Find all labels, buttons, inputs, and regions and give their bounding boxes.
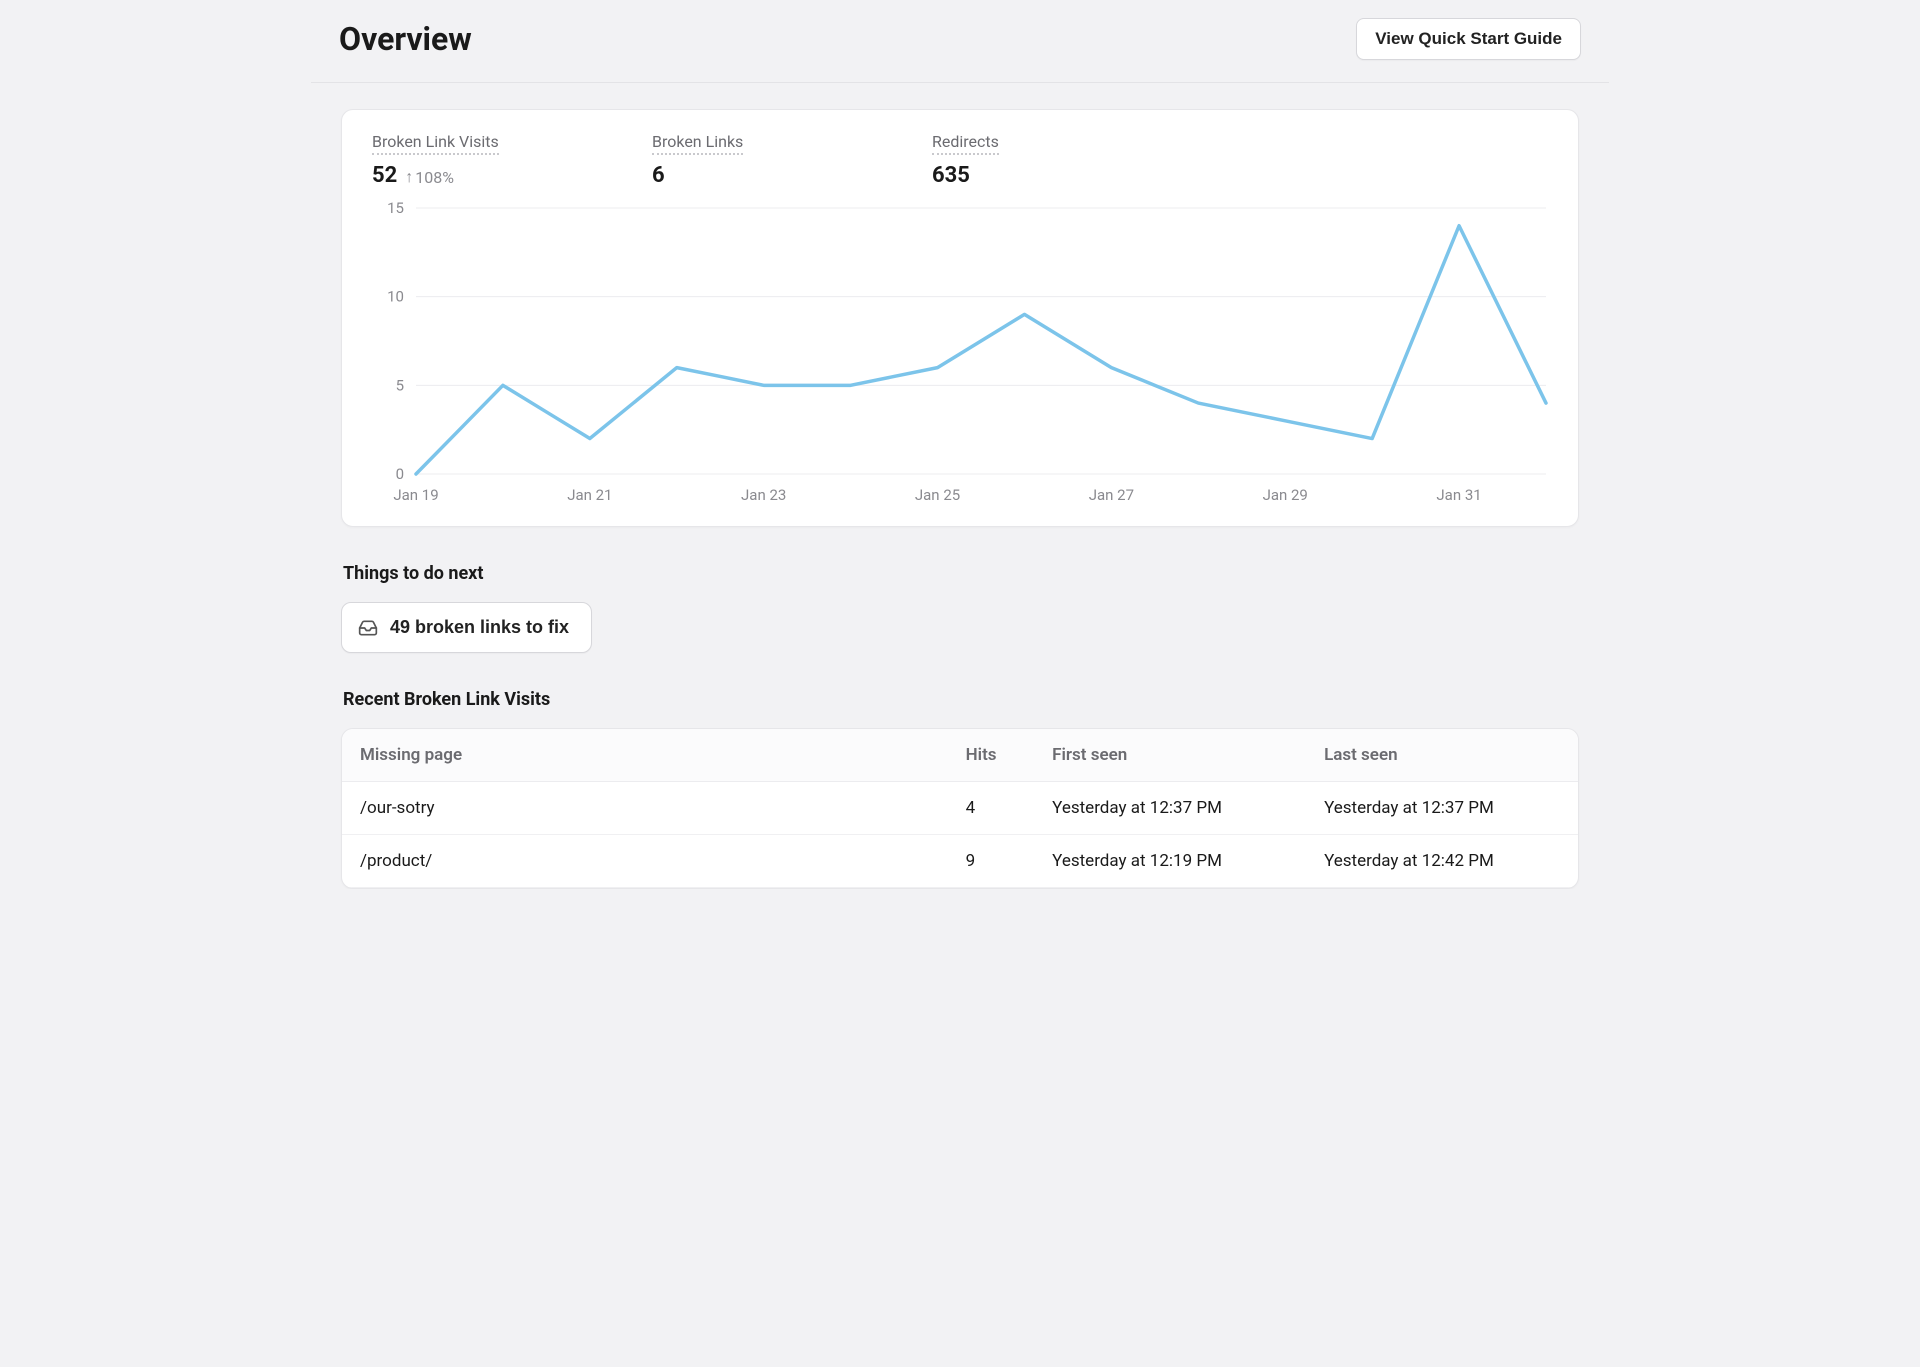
todo-broken-links-button[interactable]: 49 broken links to fix [341,602,592,653]
col-header-hits: Hits [948,729,1035,782]
stat-redirects: Redirects 635 [932,132,1092,188]
stat-broken-link-visits: Broken Link Visits 52 ↑108% [372,132,532,188]
stat-value: 6 [652,163,665,188]
stat-broken-links: Broken Links 6 [652,132,812,188]
stat-delta: ↑108% [405,167,454,187]
stats-row: Broken Link Visits 52 ↑108% Broken Links… [366,132,1554,188]
svg-text:15: 15 [387,199,404,217]
table-row[interactable]: /our-sotry4Yesterday at 12:37 PMYesterda… [342,782,1578,835]
svg-text:Jan 21: Jan 21 [567,486,612,504]
svg-text:Jan 23: Jan 23 [741,486,786,504]
svg-text:Jan 19: Jan 19 [393,486,438,504]
cell-missing-page: /product/ [342,835,948,888]
inbox-icon [358,618,378,638]
cell-last-seen: Yesterday at 12:42 PM [1306,835,1578,888]
page-title: Overview [339,20,472,58]
line-chart: 0 5 10 15 Jan 19 Jan 21 Jan 23 Jan 25 Jan 27 Jan … [366,198,1556,508]
page-header: Overview View Quick Start Guide [311,0,1609,83]
stat-label: Redirects [932,132,999,155]
col-header-missing-page: Missing page [342,729,948,782]
stat-delta-text: 108% [415,168,454,187]
svg-text:Jan 27: Jan 27 [1089,486,1134,504]
table-row[interactable]: /product/9Yesterday at 12:19 PMYesterday… [342,835,1578,888]
cell-first-seen: Yesterday at 12:37 PM [1034,782,1306,835]
stat-label: Broken Links [652,132,743,155]
stat-value: 635 [932,163,970,188]
recent-broken-links-table: Missing page Hits First seen Last seen /… [341,728,1579,889]
cell-hits: 9 [948,835,1035,888]
arrow-up-icon: ↑ [405,167,413,187]
cell-missing-page: /our-sotry [342,782,948,835]
chart-broken-link-visits: 0 5 10 15 Jan 19 Jan 21 Jan 23 Jan 25 Jan 27 Jan … [366,198,1554,508]
svg-text:10: 10 [387,288,404,306]
section-title-todo: Things to do next [343,563,1579,584]
col-header-first-seen: First seen [1034,729,1306,782]
svg-text:Jan 31: Jan 31 [1436,486,1481,504]
cell-first-seen: Yesterday at 12:19 PM [1034,835,1306,888]
col-header-last-seen: Last seen [1306,729,1578,782]
table-header-row: Missing page Hits First seen Last seen [342,729,1578,782]
stat-label: Broken Link Visits [372,132,499,155]
view-quick-start-guide-button[interactable]: View Quick Start Guide [1356,18,1581,60]
svg-text:Jan 25: Jan 25 [915,486,960,504]
cell-last-seen: Yesterday at 12:37 PM [1306,782,1578,835]
stats-card: Broken Link Visits 52 ↑108% Broken Links… [341,109,1579,527]
svg-text:0: 0 [396,465,404,483]
stat-value: 52 [372,163,397,188]
svg-text:Jan 29: Jan 29 [1263,486,1308,504]
cell-hits: 4 [948,782,1035,835]
todo-item-label: 49 broken links to fix [390,617,569,638]
section-title-recent: Recent Broken Link Visits [343,689,1579,710]
svg-text:5: 5 [396,376,404,394]
